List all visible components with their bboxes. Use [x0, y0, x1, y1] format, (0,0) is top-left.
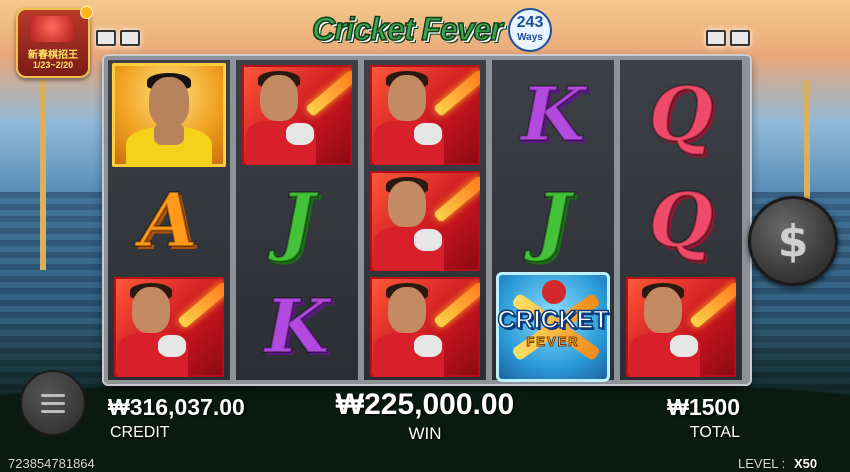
- reel-cell: J: [240, 170, 354, 272]
- reel-cell: Q: [624, 170, 738, 272]
- reel-cell: CRICKET FEVER: [496, 272, 610, 382]
- spin-button[interactable]: $: [748, 196, 838, 286]
- cricket-player-symbol: [370, 171, 480, 271]
- promo-title: 新春棋招王: [28, 50, 78, 61]
- cricket-fever-wild-symbol: CRICKET FEVER: [496, 272, 610, 382]
- captain-symbol: [112, 63, 226, 167]
- reel-cell: K: [496, 64, 610, 166]
- menu-line-icon: [41, 393, 65, 397]
- reel-column: [364, 60, 486, 380]
- cricket-player-symbol: [370, 65, 480, 165]
- cricket-player-symbol: [626, 277, 736, 377]
- reel-cell: J: [496, 170, 610, 272]
- ways-label: Ways: [517, 32, 543, 43]
- reel-cell: [624, 276, 738, 378]
- promo-event-badge[interactable]: 新春棋招王 1/23~2/20: [16, 8, 90, 78]
- notification-dot: [80, 6, 93, 19]
- reel-cell: [368, 276, 482, 378]
- letter-j-symbol: J: [278, 178, 315, 264]
- menu-button[interactable]: [20, 370, 86, 436]
- level-label: LEVEL :: [738, 456, 786, 471]
- letter-q-symbol: Q: [648, 178, 714, 264]
- floodlight-left-icon: [96, 30, 140, 46]
- promo-dates: 1/23~2/20: [32, 60, 74, 70]
- wild-line1: CRICKET: [497, 305, 610, 335]
- promo-cup-icon: [30, 16, 74, 42]
- letter-k-symbol: K: [264, 284, 330, 370]
- wild-line2: FEVER: [526, 334, 580, 350]
- cricket-player-symbol: [242, 65, 352, 165]
- reel-cell: K: [240, 276, 354, 378]
- reel-column: QQ: [620, 60, 742, 380]
- menu-line-icon: [41, 401, 65, 405]
- reel-column: JK: [236, 60, 358, 380]
- level-value: X50: [794, 456, 818, 471]
- menu-line-icon: [41, 409, 65, 413]
- reel-cell: Q: [624, 64, 738, 166]
- total-bet-label: TOTAL: [689, 424, 740, 441]
- win-label: WIN: [408, 424, 442, 443]
- ways-number: 243: [516, 14, 544, 31]
- floodlight-pole-left: [40, 80, 46, 270]
- reels-grid: A J K K J CRICKET FEVER Q Q: [104, 56, 750, 384]
- cricket-player-symbol: [370, 277, 480, 377]
- reel-cell: [368, 170, 482, 272]
- letter-a-symbol: A: [139, 178, 198, 264]
- floodlight-right-icon: [706, 30, 750, 46]
- letter-q-symbol: Q: [648, 72, 714, 158]
- total-bet-value[interactable]: ₩1500: [640, 394, 740, 421]
- game-logo: Cricket Fever 243 Ways: [311, 4, 552, 54]
- reel-column: K J CRICKET FEVER: [492, 60, 614, 382]
- letter-k-symbol: K: [520, 72, 586, 158]
- reel-cell: [368, 64, 482, 166]
- ways-badge: 243 Ways: [508, 8, 552, 52]
- win-value: ₩225,000.00: [335, 388, 515, 421]
- reel-cell: [112, 276, 226, 378]
- reel-cell: [240, 64, 354, 166]
- credit-value: ₩316,037.00: [108, 394, 245, 420]
- credit-label: CREDIT: [110, 424, 170, 441]
- reel-column: A: [108, 60, 230, 380]
- letter-j-symbol: J: [534, 178, 571, 264]
- round-id: 723854781864: [8, 456, 95, 471]
- cricket-player-symbol: [114, 277, 224, 377]
- game-title: Cricket Fever: [311, 10, 503, 48]
- reel-cell: A: [112, 170, 226, 272]
- reel-cell: [112, 63, 226, 167]
